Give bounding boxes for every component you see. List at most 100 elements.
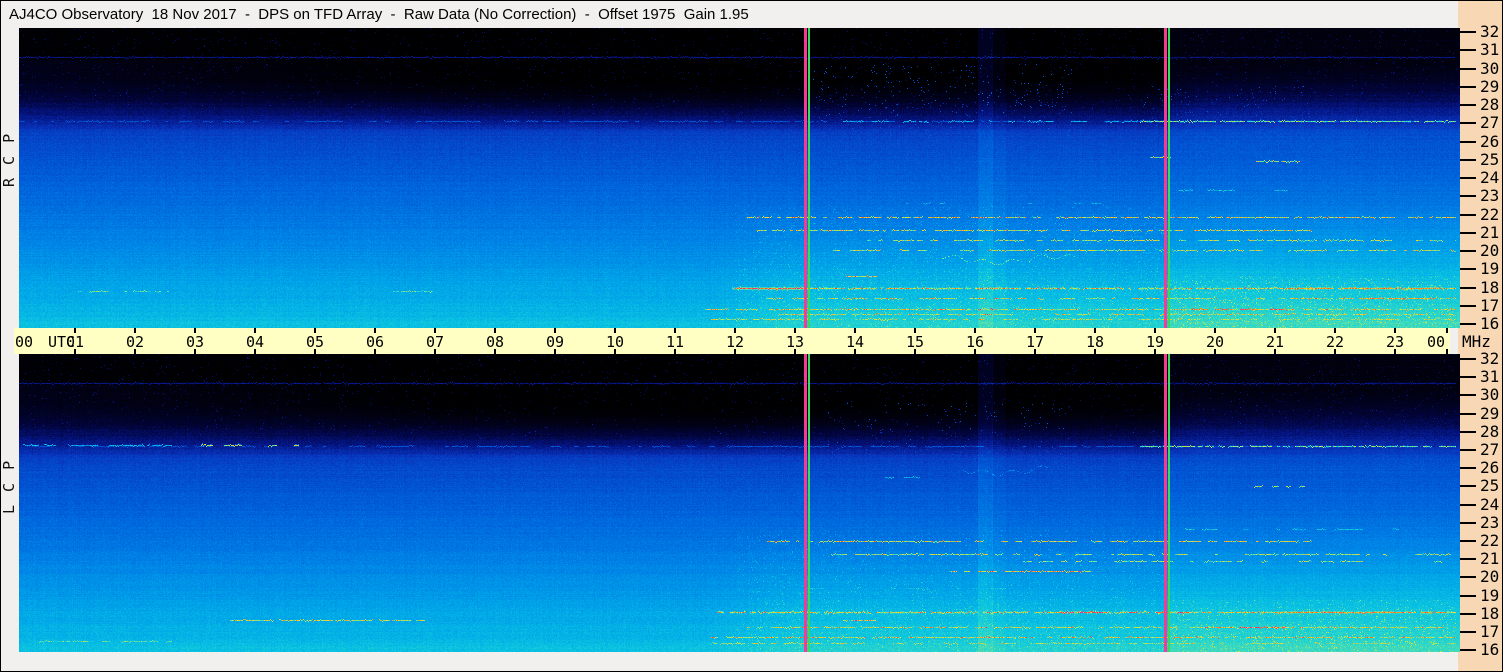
freq-tick bbox=[1458, 558, 1476, 560]
freq-tick bbox=[1458, 449, 1476, 451]
freq-tick-label: 17 bbox=[1480, 296, 1500, 315]
freq-tick-label: 20 bbox=[1480, 567, 1500, 586]
freq-tick-label: 29 bbox=[1480, 77, 1500, 96]
time-tick-label: 14 bbox=[846, 333, 865, 351]
rcp-label: R C P bbox=[0, 131, 18, 187]
freq-tick-label: 28 bbox=[1480, 422, 1500, 441]
freq-tick bbox=[1458, 214, 1476, 216]
freq-tick bbox=[1458, 576, 1476, 578]
time-tick-label: 16 bbox=[966, 333, 985, 351]
time-tick-label: 21 bbox=[1266, 333, 1285, 351]
freq-tick-label: 27 bbox=[1480, 113, 1500, 132]
freq-tick bbox=[1458, 122, 1476, 124]
freq-tick-label: 24 bbox=[1480, 168, 1500, 187]
time-tick-label: 15 bbox=[906, 333, 925, 351]
time-tick-label: 00 bbox=[1427, 333, 1446, 351]
freq-tick-label: 16 bbox=[1480, 314, 1500, 333]
rcp-spectrogram bbox=[19, 28, 1460, 328]
time-tick-label: 11 bbox=[666, 333, 685, 351]
time-tick-label: 10 bbox=[606, 333, 625, 351]
freq-tick-label: 32 bbox=[1480, 349, 1500, 368]
time-tick-label: 05 bbox=[306, 333, 325, 351]
freq-tick bbox=[1458, 31, 1476, 33]
freq-tick bbox=[1458, 287, 1476, 289]
freq-tick-label: 20 bbox=[1480, 241, 1500, 260]
freq-tick bbox=[1458, 68, 1476, 70]
freq-tick bbox=[1458, 323, 1476, 325]
freq-tick-label: 26 bbox=[1480, 132, 1500, 151]
time-tick-label: 02 bbox=[126, 333, 145, 351]
freq-tick-label: 31 bbox=[1480, 367, 1500, 386]
freq-tick bbox=[1458, 631, 1476, 633]
freq-tick-label: 21 bbox=[1480, 549, 1500, 568]
freq-tick bbox=[1458, 177, 1476, 179]
utc-unit-label: UTC bbox=[48, 333, 76, 351]
freq-tick bbox=[1458, 195, 1476, 197]
freq-tick bbox=[1458, 49, 1476, 51]
freq-tick-label: 27 bbox=[1480, 440, 1500, 459]
page-title: AJ4CO Observatory 18 Nov 2017 - DPS on T… bbox=[9, 6, 749, 23]
time-tick-label: 04 bbox=[246, 333, 265, 351]
time-tick-label: 06 bbox=[366, 333, 385, 351]
time-tick-label: 19 bbox=[1146, 333, 1165, 351]
freq-tick bbox=[1458, 268, 1476, 270]
freq-tick bbox=[1458, 649, 1476, 651]
time-tick-label: 20 bbox=[1206, 333, 1225, 351]
time-tick bbox=[1446, 349, 1448, 354]
time-tick-label: 07 bbox=[426, 333, 445, 351]
freq-tick-label: 19 bbox=[1480, 586, 1500, 605]
time-tick-label: 09 bbox=[546, 333, 565, 351]
freq-tick bbox=[1458, 232, 1476, 234]
freq-tick-label: 25 bbox=[1480, 150, 1500, 169]
freq-tick bbox=[1458, 595, 1476, 597]
time-axis: 00 01 02 03 04 05 06 07 08 09 10 11 12 13 14 15 16 17 18 19… bbox=[14, 328, 1450, 354]
time-tick-label: 22 bbox=[1326, 333, 1345, 351]
freq-tick-label: 31 bbox=[1480, 40, 1500, 59]
freq-tick bbox=[1458, 394, 1476, 396]
freq-tick bbox=[1458, 376, 1476, 378]
freq-tick bbox=[1458, 613, 1476, 615]
freq-tick-label: 21 bbox=[1480, 223, 1500, 242]
freq-tick-label: 29 bbox=[1480, 404, 1500, 423]
freq-tick-label: 32 bbox=[1480, 22, 1500, 41]
freq-tick bbox=[1458, 504, 1476, 506]
freq-tick bbox=[1458, 305, 1476, 307]
freq-tick bbox=[1458, 413, 1476, 415]
freq-tick-label: 25 bbox=[1480, 476, 1500, 495]
time-tick-label: 08 bbox=[486, 333, 505, 351]
freq-tick-label: 30 bbox=[1480, 59, 1500, 78]
freq-tick-label: 30 bbox=[1480, 385, 1500, 404]
freq-tick-label: 23 bbox=[1480, 513, 1500, 532]
freq-tick-label: 18 bbox=[1480, 604, 1500, 623]
freq-tick bbox=[1458, 540, 1476, 542]
freq-tick-label: 17 bbox=[1480, 622, 1500, 641]
app-frame: AJ4CO Observatory 18 Nov 2017 - DPS on T… bbox=[0, 0, 1503, 672]
freq-tick bbox=[1458, 485, 1476, 487]
time-tick-label: 18 bbox=[1086, 333, 1105, 351]
time-tick bbox=[1446, 328, 1448, 333]
freq-tick bbox=[1458, 250, 1476, 252]
freq-tick-label: 23 bbox=[1480, 186, 1500, 205]
freq-tick-label: 16 bbox=[1480, 640, 1500, 659]
freq-tick bbox=[1458, 431, 1476, 433]
lcp-label: L C P bbox=[0, 458, 18, 514]
freq-tick-label: 22 bbox=[1480, 205, 1500, 224]
freq-tick bbox=[1458, 104, 1476, 106]
freq-tick-label: 18 bbox=[1480, 278, 1500, 297]
freq-tick bbox=[1458, 467, 1476, 469]
time-tick-label: 03 bbox=[186, 333, 205, 351]
freq-tick-label: 26 bbox=[1480, 458, 1500, 477]
mhz-unit-label: MHz bbox=[1462, 332, 1491, 351]
time-tick-label: 00 bbox=[15, 333, 34, 351]
time-tick-label: 13 bbox=[786, 333, 805, 351]
freq-tick bbox=[1458, 141, 1476, 143]
freq-tick-label: 24 bbox=[1480, 495, 1500, 514]
freq-tick-label: 22 bbox=[1480, 531, 1500, 550]
time-tick-label: 17 bbox=[1026, 333, 1045, 351]
freq-tick-label: 28 bbox=[1480, 95, 1500, 114]
freq-tick bbox=[1458, 522, 1476, 524]
freq-tick bbox=[1458, 358, 1476, 360]
freq-tick bbox=[1458, 159, 1476, 161]
time-tick-label: 23 bbox=[1386, 333, 1405, 351]
lcp-spectrogram bbox=[19, 354, 1460, 652]
